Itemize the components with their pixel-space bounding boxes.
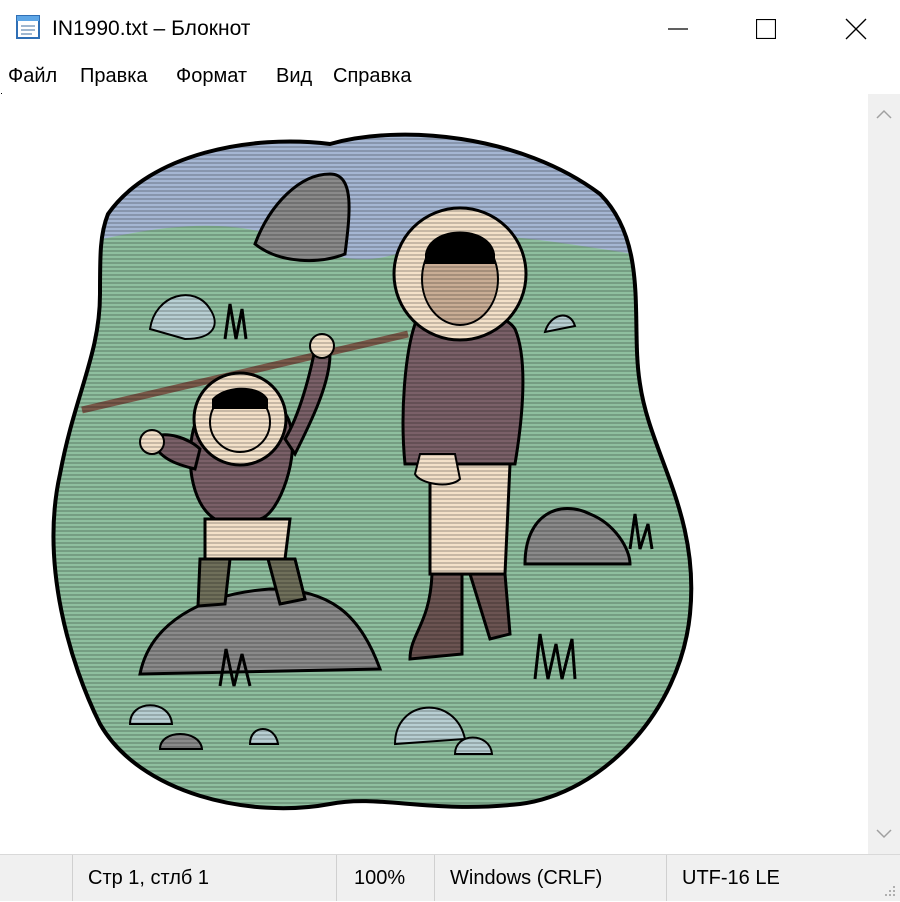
cursor-position: Стр 1, стлб 1: [88, 867, 210, 889]
status-separator: [336, 855, 337, 901]
title-bar[interactable]: IN1990.txt – Блокнот: [0, 0, 900, 58]
status-separator: [666, 855, 667, 901]
encoding: UTF-16 LE: [682, 867, 780, 889]
menu-file[interactable]: Файл: [8, 64, 57, 88]
inuit-father-and-child-ascii-art: [51, 132, 694, 811]
zoom-level: 100%: [354, 867, 406, 889]
minimize-button[interactable]: [632, 0, 724, 58]
line-endings: Windows (CRLF): [450, 867, 603, 889]
menu-view[interactable]: Вид: [276, 64, 312, 88]
menu-help[interactable]: Справка: [333, 64, 411, 88]
maximize-button[interactable]: [720, 0, 812, 58]
notepad-icon: [14, 14, 42, 40]
status-separator: [72, 855, 73, 901]
scroll-down-icon[interactable]: [876, 826, 892, 844]
close-button[interactable]: [810, 0, 900, 58]
menu-bar: Файл Правка Формат Вид Справка: [0, 58, 900, 94]
vertical-scrollbar[interactable]: [868, 94, 900, 854]
resize-grip-icon[interactable]: [882, 883, 896, 897]
scroll-up-icon[interactable]: [876, 106, 892, 124]
minimize-icon: [668, 28, 688, 30]
window-title: IN1990.txt – Блокнот: [52, 17, 251, 40]
status-separator: [434, 855, 435, 901]
menu-edit[interactable]: Правка: [80, 64, 148, 88]
close-icon: [845, 18, 867, 40]
text-editor[interactable]: [0, 94, 868, 854]
status-bar: Стр 1, стлб 1 100% Windows (CRLF) UTF-16…: [0, 854, 900, 901]
menu-format[interactable]: Формат: [176, 64, 247, 88]
maximize-icon: [756, 19, 776, 39]
